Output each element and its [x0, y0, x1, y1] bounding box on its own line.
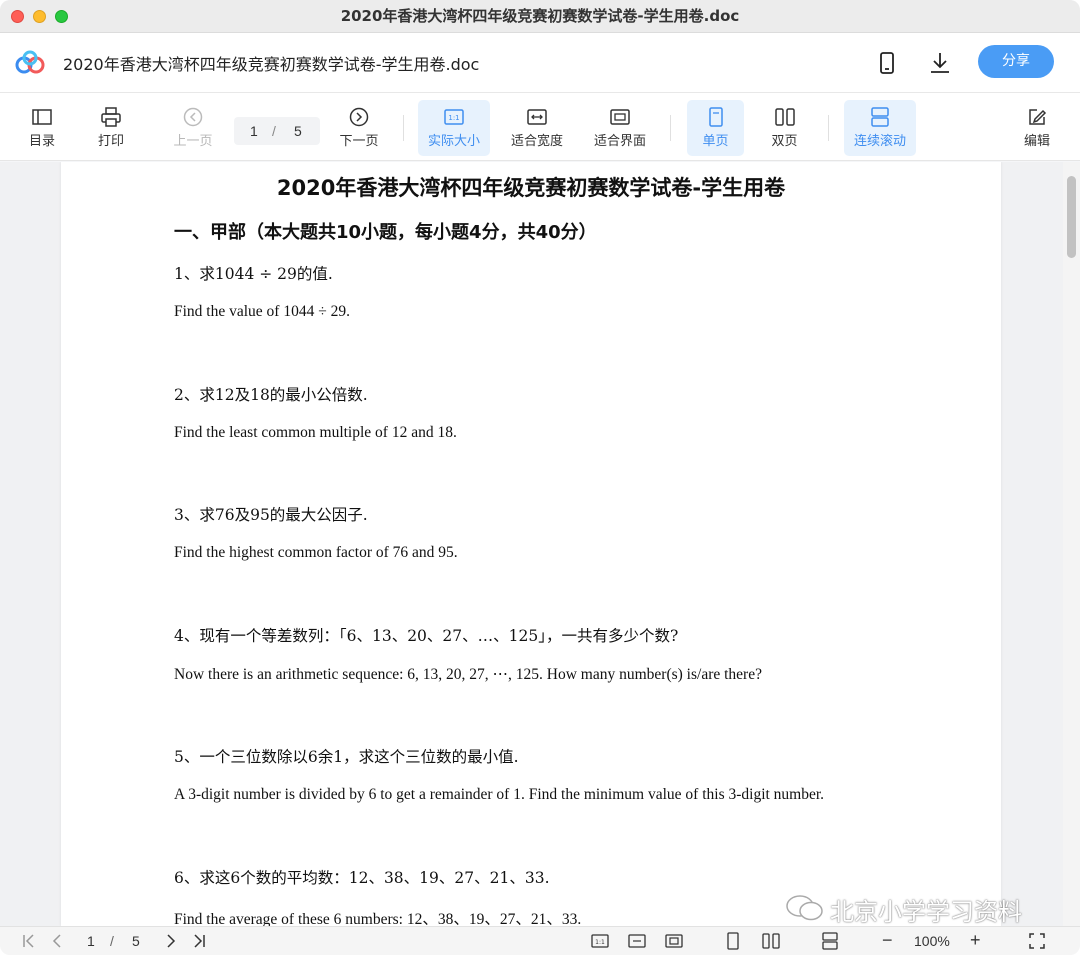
baidu-netdisk-logo-icon	[15, 50, 45, 74]
download-icon[interactable]	[927, 50, 953, 76]
actual-size-icon: 1:1	[444, 109, 464, 125]
actual-size-button[interactable]: 1:1 实际大小	[418, 100, 490, 156]
actual-size-icon[interactable]: 1:1	[591, 932, 609, 950]
phone-icon[interactable]	[874, 50, 900, 76]
question-en: Find the least common multiple of 12 and…	[174, 424, 457, 441]
app-header: 2020年香港大湾杯四年级竞赛初赛数学试卷-学生用卷.doc 分享	[0, 33, 1080, 93]
watermark-text: 北京小学学习资料	[830, 898, 1022, 926]
prev-page-label: 上一页	[173, 134, 213, 149]
question-cn: 6、求这6个数的平均数：12、38、19、27、21、33.	[174, 869, 550, 887]
svg-text:1:1: 1:1	[595, 939, 605, 946]
status-page-separator: /	[110, 933, 114, 949]
total-pages: 5	[294, 123, 302, 139]
chevron-left-circle-icon	[183, 107, 203, 127]
document-page: 2020年香港大湾杯四年级竞赛初赛数学试卷-学生用卷 一、甲部（本大题共10小题…	[61, 162, 1001, 926]
question-en: Find the average of these 6 numbers: 12、…	[174, 911, 582, 926]
actual-size-label: 实际大小	[427, 134, 480, 149]
document-title: 2020年香港大湾杯四年级竞赛初赛数学试卷-学生用卷.doc	[63, 55, 480, 74]
continuous-scroll-icon	[871, 107, 889, 127]
chevron-right-icon[interactable]	[162, 932, 180, 950]
toc-button[interactable]: 目录	[6, 100, 78, 156]
continuous-scroll-icon[interactable]	[821, 932, 839, 950]
continuous-scroll-button[interactable]: 连续滚动	[844, 100, 916, 156]
chevron-right-circle-icon	[349, 107, 369, 127]
continuous-scroll-label: 连续滚动	[853, 134, 906, 149]
single-page-label: 单页	[702, 134, 729, 149]
next-page-label: 下一页	[339, 134, 379, 149]
printer-icon	[101, 107, 121, 127]
print-label: 打印	[97, 134, 124, 149]
status-total-pages: 5	[132, 933, 140, 949]
fit-window-button[interactable]: 适合界面	[584, 100, 656, 156]
window-title: 2020年香港大湾杯四年级竞赛初赛数学试卷-学生用卷.doc	[340, 7, 740, 25]
double-page-icon	[774, 108, 795, 126]
next-page-button[interactable]: 下一页	[323, 100, 395, 156]
section-heading: 一、甲部（本大题共10小题，每小题4分，共40分）	[174, 222, 597, 243]
single-page-button[interactable]: 单页	[687, 100, 744, 156]
question-cn: 4、现有一个等差数列：「6、13、20、27、…、125」，一共有多少个数?	[174, 627, 679, 645]
single-page-icon	[708, 107, 723, 127]
double-page-label: 双页	[771, 134, 798, 149]
share-button[interactable]: 分享	[978, 45, 1054, 78]
status-bar: 1 / 5 1:1 − 100% +	[0, 926, 1080, 955]
question-en: Now there is an arithmetic sequence: 6, …	[174, 666, 762, 683]
document-heading: 2020年香港大湾杯四年级竞赛初赛数学试卷-学生用卷	[276, 176, 786, 200]
toolbar: 目录 打印 上一页 1 / 5 下一页 1:1 实际大小 适合宽度 适合界面 单…	[0, 93, 1080, 161]
double-page-icon[interactable]	[762, 932, 780, 950]
fit-width-icon[interactable]	[628, 932, 646, 950]
last-page-icon[interactable]	[190, 932, 208, 950]
page-number-input[interactable]: 1 / 5	[234, 117, 320, 145]
fit-width-label: 适合宽度	[510, 134, 563, 149]
question-en: A 3-digit number is divided by 6 to get …	[174, 786, 825, 803]
prev-page-button[interactable]: 上一页	[157, 100, 229, 156]
wechat-icon	[786, 895, 823, 921]
toolbar-divider	[403, 115, 404, 141]
toolbar-divider	[828, 115, 829, 141]
vertical-scrollbar[interactable]	[1063, 162, 1080, 926]
zoom-in-button[interactable]: +	[970, 930, 981, 951]
question-cn: 1、求1044 ÷ 29的值.	[174, 265, 333, 283]
toolbar-divider	[670, 115, 671, 141]
fit-width-icon	[527, 109, 547, 125]
question-cn: 2、求12及18的最小公倍数.	[174, 386, 368, 404]
question-en: Find the value of 1044 ÷ 29.	[174, 303, 350, 320]
single-page-icon[interactable]	[724, 932, 742, 950]
scrollbar-thumb[interactable]	[1067, 176, 1076, 258]
fit-width-button[interactable]: 适合宽度	[501, 100, 573, 156]
app-window: 2020年香港大湾杯四年级竞赛初赛数学试卷-学生用卷.doc 2020年香港大湾…	[0, 0, 1080, 955]
fit-window-label: 适合界面	[593, 134, 646, 149]
zoom-level: 100%	[914, 933, 950, 949]
status-current-page: 1	[87, 933, 95, 949]
fullscreen-icon[interactable]	[1028, 932, 1046, 950]
question-cn: 5、一个三位数除以6余1，求这个三位数的最小值.	[174, 748, 519, 766]
double-page-button[interactable]: 双页	[756, 100, 813, 156]
title-bar: 2020年香港大湾杯四年级竞赛初赛数学试卷-学生用卷.doc	[0, 0, 1080, 33]
document-viewport[interactable]: 2020年香港大湾杯四年级竞赛初赛数学试卷-学生用卷 一、甲部（本大题共10小题…	[0, 162, 1080, 926]
page-separator: /	[272, 123, 276, 139]
edit-pencil-icon	[1029, 109, 1047, 125]
question-cn: 3、求76及95的最大公因子.	[174, 506, 368, 524]
edit-label: 编辑	[1023, 134, 1050, 149]
question-en: Find the highest common factor of 76 and…	[174, 544, 458, 561]
fit-window-icon[interactable]	[665, 932, 683, 950]
chevron-left-icon[interactable]	[48, 932, 66, 950]
sidebar-icon	[32, 109, 52, 125]
toc-label: 目录	[28, 134, 55, 149]
svg-text:1:1: 1:1	[448, 114, 459, 122]
zoom-out-button[interactable]: −	[882, 930, 893, 951]
print-button[interactable]: 打印	[75, 100, 147, 156]
first-page-icon[interactable]	[20, 932, 38, 950]
fit-window-icon	[610, 109, 630, 125]
current-page: 1	[250, 123, 258, 139]
edit-button[interactable]: 编辑	[1003, 100, 1071, 156]
